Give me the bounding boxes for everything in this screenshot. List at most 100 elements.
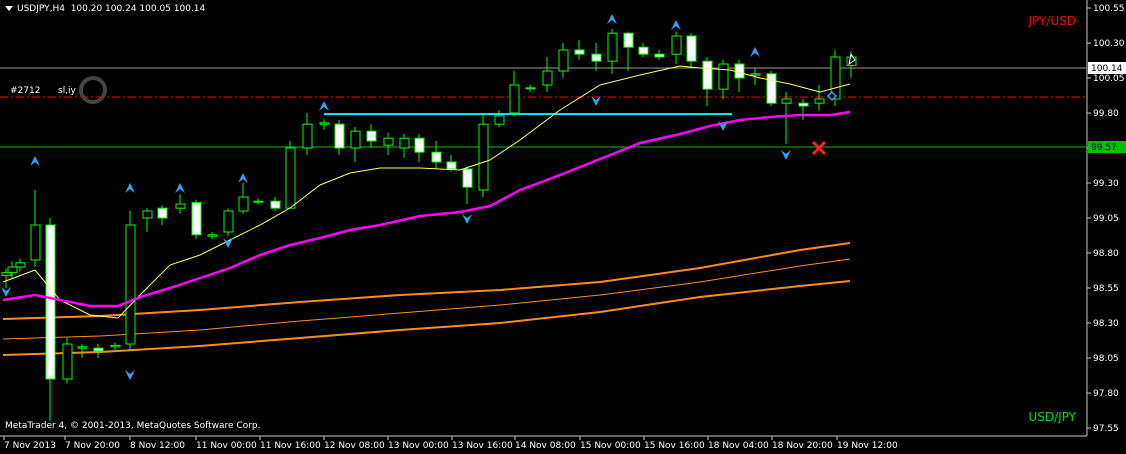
candle-body[interactable] — [574, 49, 585, 55]
candle-body[interactable] — [814, 98, 825, 104]
time-tick-label: 11 Nov 16:00 — [260, 441, 321, 451]
time-tick-label: 19 Nov 12:00 — [837, 441, 898, 451]
price-tick-label: 98.30 — [1093, 319, 1119, 329]
time-tick-label: 14 Nov 08:00 — [515, 441, 576, 451]
candle-body[interactable] — [542, 70, 553, 86]
candle-body[interactable] — [110, 344, 121, 348]
candle-body[interactable] — [93, 347, 104, 352]
fractal-up-arrow-icon — [125, 183, 135, 193]
candle-body[interactable] — [30, 224, 41, 261]
candle-body[interactable] — [383, 137, 394, 146]
candle-body[interactable] — [15, 262, 26, 268]
time-tick-label: 7 Nov 2013 — [4, 441, 56, 451]
candle-body[interactable] — [414, 137, 425, 153]
candle-body[interactable] — [798, 102, 809, 107]
candle-body[interactable] — [302, 123, 313, 149]
candle-body[interactable] — [7, 266, 18, 274]
candle-body[interactable] — [125, 224, 136, 345]
time-tick-label: 15 Nov 16:00 — [644, 441, 705, 451]
candle-body[interactable] — [399, 137, 410, 149]
candle-body[interactable] — [638, 46, 649, 55]
price-tick-label: 98.05 — [1093, 354, 1119, 364]
candle-body[interactable] — [494, 115, 505, 125]
chart-menu-arrow-icon[interactable] — [5, 6, 13, 11]
candle-body[interactable] — [223, 210, 234, 233]
candle-body[interactable] — [62, 343, 73, 380]
time-tick-label: 13 Nov 16:00 — [452, 441, 513, 451]
candle-body[interactable] — [766, 73, 777, 104]
candle-body[interactable] — [77, 346, 88, 349]
time-tick-label: 13 Nov 00:00 — [388, 441, 449, 451]
candle-body[interactable] — [285, 147, 296, 209]
fractal-up-arrow-icon — [607, 14, 617, 24]
candle-body[interactable] — [45, 224, 56, 380]
price-tick-label: 100.30 — [1093, 39, 1125, 49]
price-level-value: 99.57 — [1091, 143, 1117, 153]
candle-body[interactable] — [686, 35, 697, 62]
time-tick-label: 12 Nov 08:00 — [324, 441, 385, 451]
time-tick-label: 11 Nov 00:00 — [196, 441, 257, 451]
price-tick-label: 99.80 — [1093, 109, 1119, 119]
close-order-cross-icon[interactable] — [811, 140, 827, 156]
candle-body[interactable] — [175, 203, 186, 209]
candle-body[interactable] — [623, 32, 634, 48]
time-tick-label: 7 Nov 20:00 — [65, 441, 120, 451]
candle-body[interactable] — [607, 32, 618, 62]
chart-window[interactable]: 100.55100.30100.0599.8099.5599.3099.0598… — [0, 0, 1126, 454]
candle-body[interactable] — [734, 63, 745, 79]
fractal-down-arrow-icon — [125, 370, 135, 380]
fractal-down-arrow-icon — [1, 287, 11, 297]
price-tick-label: 100.05 — [1093, 74, 1125, 84]
candle-body[interactable] — [478, 123, 489, 191]
price-tick-label: 98.80 — [1093, 249, 1119, 259]
fractal-down-arrow-icon — [462, 214, 472, 224]
candle-body[interactable] — [525, 87, 536, 90]
time-tick-label: 8 Nov 12:00 — [130, 441, 185, 451]
candle-body[interactable] — [509, 84, 520, 114]
candle-body[interactable] — [270, 200, 281, 209]
candle-body[interactable] — [781, 98, 792, 104]
candle-body[interactable] — [253, 200, 264, 203]
fractal-up-arrow-icon — [319, 101, 329, 111]
candle-body[interactable] — [671, 35, 682, 55]
price-tick-label: 100.55 — [1093, 4, 1125, 14]
price-tick-label: 99.30 — [1093, 179, 1119, 189]
ohlc-values: 100.20 100.24 100.05 100.14 — [70, 4, 206, 14]
price-tick-label: 97.55 — [1093, 424, 1119, 434]
pair-label-bottom: USD/JPY — [1028, 410, 1076, 424]
symbol-timeframe: USDJPY,H4 — [17, 4, 65, 14]
candle-body[interactable] — [591, 53, 602, 62]
candle-body[interactable] — [654, 53, 665, 58]
fractal-down-arrow-icon — [781, 150, 791, 160]
candle-body[interactable] — [462, 168, 473, 188]
candle-body[interactable] — [558, 49, 569, 72]
candle-body[interactable] — [142, 210, 153, 219]
candle-body[interactable] — [846, 56, 857, 66]
candle-body[interactable] — [207, 234, 218, 237]
candle-body[interactable] — [702, 60, 713, 90]
fractal-up-arrow-icon — [175, 183, 185, 193]
candle-body[interactable] — [718, 63, 729, 90]
candle-body[interactable] — [334, 123, 345, 149]
chart-header: USDJPY,H4 100.20 100.24 100.05 100.14 — [5, 4, 205, 14]
order-type-label: sl,iy — [58, 86, 76, 96]
pair-label-top: JPY/USD — [1028, 14, 1076, 28]
candle-body[interactable] — [350, 130, 361, 149]
candle-body[interactable] — [319, 122, 330, 125]
candle-body[interactable] — [750, 73, 761, 76]
price-tick-label: 97.80 — [1093, 389, 1119, 399]
candle-body[interactable] — [366, 130, 377, 142]
candle-body[interactable] — [157, 207, 168, 219]
time-tick-label: 18 Nov 04:00 — [708, 441, 769, 451]
fractal-up-arrow-icon — [750, 47, 760, 57]
chart-plot-area[interactable]: 100.55100.30100.0599.8099.5599.3099.0598… — [0, 0, 1126, 454]
candle-body[interactable] — [446, 161, 457, 170]
loading-spinner-icon — [79, 76, 107, 104]
fractal-up-arrow-icon — [671, 20, 681, 30]
fractal-up-arrow-icon — [30, 156, 40, 166]
candle-body[interactable] — [431, 151, 442, 163]
candle-body[interactable] — [191, 202, 202, 236]
copyright-text: MetaTrader 4, © 2001-2013, MetaQuotes So… — [5, 421, 261, 431]
candle-body[interactable] — [238, 196, 249, 212]
current-price-value: 100.14 — [1091, 64, 1123, 74]
